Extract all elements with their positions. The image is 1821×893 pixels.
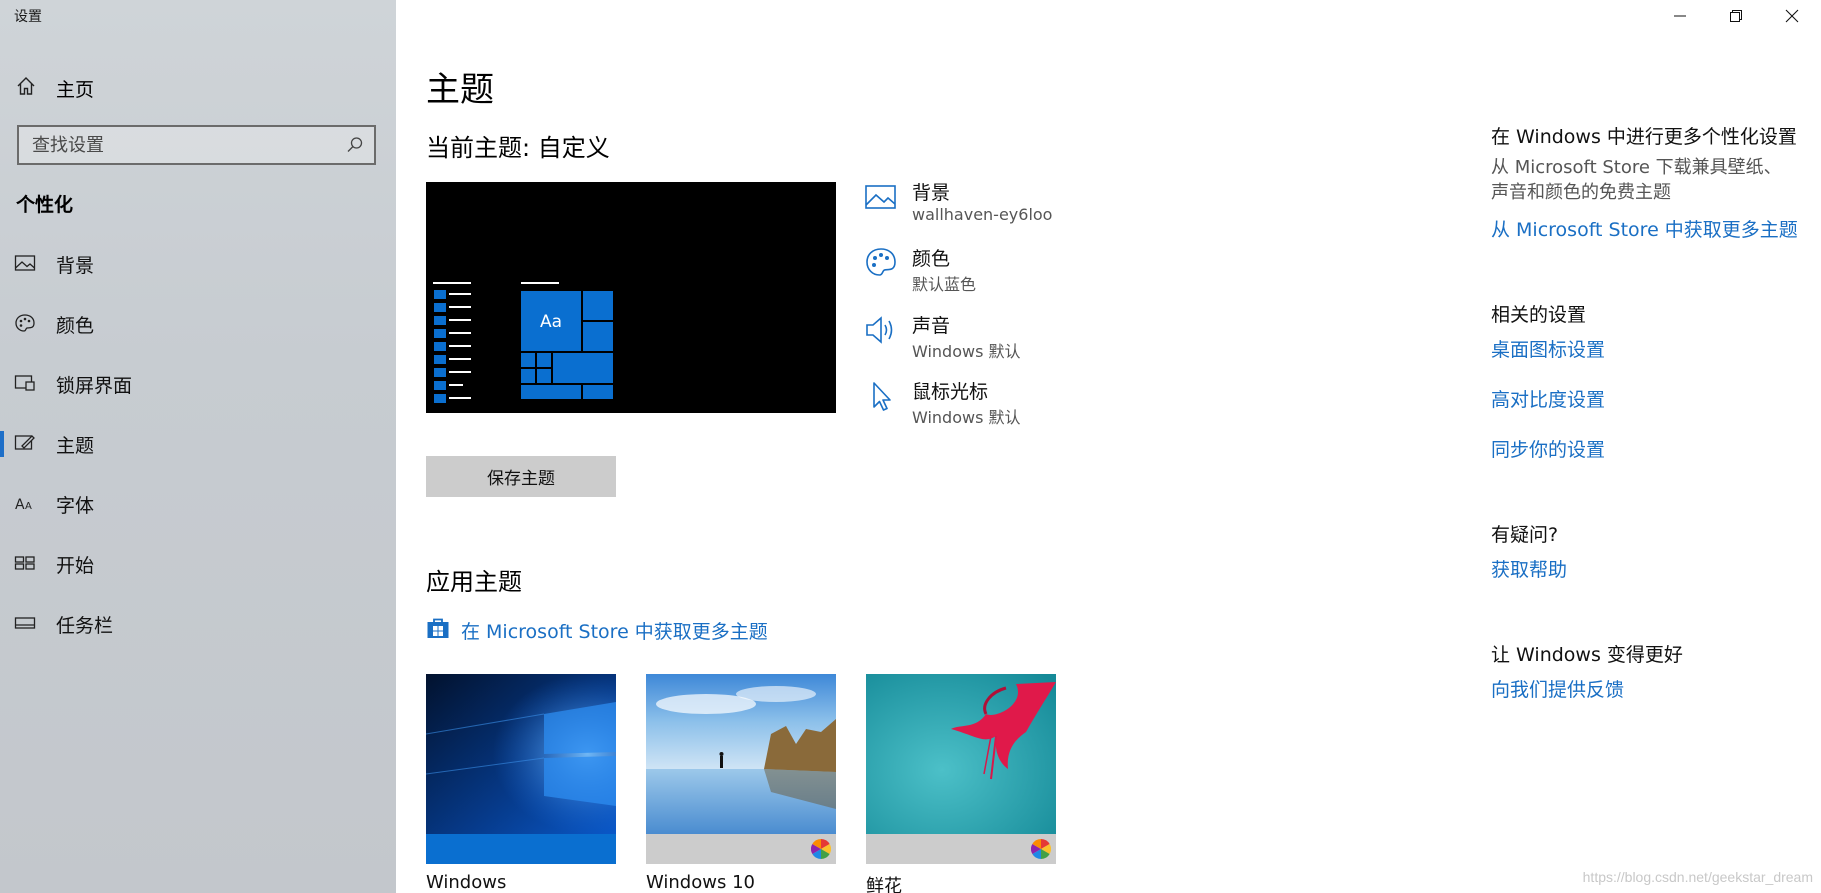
more-personalization-desc-1: 从 Microsoft Store 下载兼具壁纸、	[1491, 157, 1782, 178]
svg-text:A: A	[25, 501, 32, 512]
apply-theme-heading: 应用主题	[426, 568, 522, 596]
property-name: 颜色	[912, 248, 951, 270]
search-box[interactable]	[17, 125, 376, 165]
sidebar-item-label: 颜色	[56, 315, 95, 337]
get-help-link[interactable]: 获取帮助	[1491, 555, 1567, 582]
store-link-label: 在 Microsoft Store 中获取更多主题	[461, 621, 768, 643]
theme-thumbnail	[426, 674, 616, 834]
sidebar-item-taskbar[interactable]: 任务栏	[0, 601, 396, 645]
picture-icon	[14, 255, 36, 271]
picture-icon	[865, 185, 896, 209]
related-settings-heading: 相关的设置	[1491, 304, 1587, 326]
search-input[interactable]	[19, 127, 374, 163]
sidebar-item-fonts[interactable]: A A 字体	[0, 481, 396, 525]
theme-color-band	[866, 834, 1056, 864]
property-colors[interactable]: 颜色 默认蓝色	[864, 244, 1124, 298]
question-heading: 有疑问?	[1491, 524, 1559, 546]
sidebar-item-themes[interactable]: 主题	[0, 421, 396, 465]
theme-icon	[14, 435, 35, 450]
sidebar-item-label: 锁屏界面	[56, 375, 133, 397]
more-personalization-heading: 在 Windows 中进行更多个性化设置	[1491, 126, 1797, 148]
sidebar-item-lock-screen[interactable]: 锁屏界面	[0, 361, 396, 405]
page-title: 主题	[426, 70, 494, 110]
store-bag-icon	[427, 618, 449, 638]
current-theme-heading: 当前主题: 自定义	[426, 134, 610, 162]
theme-color-band	[646, 834, 836, 864]
feedback-link[interactable]: 向我们提供反馈	[1491, 675, 1624, 702]
theme-card-windows-10[interactable]: Windows 10	[646, 674, 836, 893]
property-sounds[interactable]: 声音 Windows 默认	[864, 311, 1124, 365]
taskbar-icon	[14, 617, 36, 629]
theme-card-windows[interactable]: Windows	[426, 674, 616, 893]
font-icon: A A	[15, 497, 32, 513]
save-theme-button[interactable]: 保存主题	[426, 456, 616, 497]
property-background[interactable]: 背景 wallhaven-ey6loo	[864, 178, 1124, 232]
theme-name: Windows 10	[646, 872, 755, 893]
sidebar-item-background[interactable]: 背景	[0, 241, 396, 285]
nav-home[interactable]: 主页	[0, 66, 396, 106]
speaker-icon	[866, 316, 893, 344]
app-title: 设置	[14, 9, 42, 25]
theme-thumbnail	[866, 674, 1056, 834]
high-contrast-settings-link[interactable]: 高对比度设置	[1491, 385, 1605, 412]
property-name: 鼠标光标	[912, 381, 989, 403]
sidebar-item-label: 字体	[56, 495, 95, 517]
sidebar-item-label: 背景	[56, 255, 95, 277]
palette-icon	[866, 248, 896, 276]
start-icon	[14, 556, 35, 570]
color-wheel-icon	[1031, 839, 1051, 859]
desktop-icon-settings-link[interactable]: 桌面图标设置	[1491, 335, 1605, 362]
watermark: https://blog.csdn.net/geekstar_dream	[1582, 869, 1813, 885]
minimize-button[interactable]	[1652, 0, 1708, 32]
theme-name: Windows	[426, 872, 507, 893]
property-value: Windows 默认	[912, 408, 1021, 427]
home-icon	[17, 77, 35, 95]
search-icon[interactable]	[346, 136, 364, 154]
sidebar-item-start[interactable]: 开始	[0, 541, 396, 585]
property-value: 默认蓝色	[912, 275, 977, 294]
cursor-icon	[873, 382, 891, 411]
sidebar-item-label: 任务栏	[56, 615, 114, 637]
theme-thumbnail	[646, 674, 836, 834]
property-value: Windows 默认	[912, 342, 1021, 361]
minimize-icon	[1674, 15, 1686, 17]
property-value: wallhaven-ey6loo	[912, 205, 1053, 224]
sidebar-item-colors[interactable]: 颜色	[0, 301, 396, 345]
svg-text:A: A	[15, 497, 25, 513]
restore-icon	[1730, 10, 1742, 22]
preview-tile-label: Aa	[540, 312, 562, 332]
theme-name: 鲜花	[866, 876, 902, 893]
theme-card-flowers[interactable]: 鲜花	[866, 674, 1056, 893]
sidebar-item-label: 主题	[56, 435, 95, 457]
section-title: 个性化	[16, 194, 74, 216]
close-button[interactable]	[1764, 0, 1820, 32]
close-icon	[1785, 9, 1799, 23]
palette-icon	[15, 314, 35, 332]
nav-home-label: 主页	[56, 79, 95, 101]
lock-screen-icon	[14, 375, 35, 391]
theme-preview-graphic: Aa	[426, 182, 836, 413]
property-cursor[interactable]: 鼠标光标 Windows 默认	[864, 377, 1124, 431]
property-name: 声音	[912, 315, 951, 337]
property-name: 背景	[912, 182, 951, 204]
more-personalization-desc-2: 声音和颜色的免费主题	[1491, 182, 1671, 203]
restore-button[interactable]	[1708, 0, 1764, 32]
theme-preview: Aa	[426, 182, 836, 413]
color-wheel-icon	[811, 839, 831, 859]
theme-color-band	[426, 834, 616, 864]
improve-windows-heading: 让 Windows 变得更好	[1491, 644, 1683, 666]
store-more-themes-link[interactable]: 从 Microsoft Store 中获取更多主题	[1491, 215, 1798, 242]
sidebar: 设置 主页 个性化 背景 颜色 锁屏界面	[0, 0, 396, 893]
sidebar-item-label: 开始	[56, 555, 95, 577]
sync-settings-link[interactable]: 同步你的设置	[1491, 435, 1605, 462]
